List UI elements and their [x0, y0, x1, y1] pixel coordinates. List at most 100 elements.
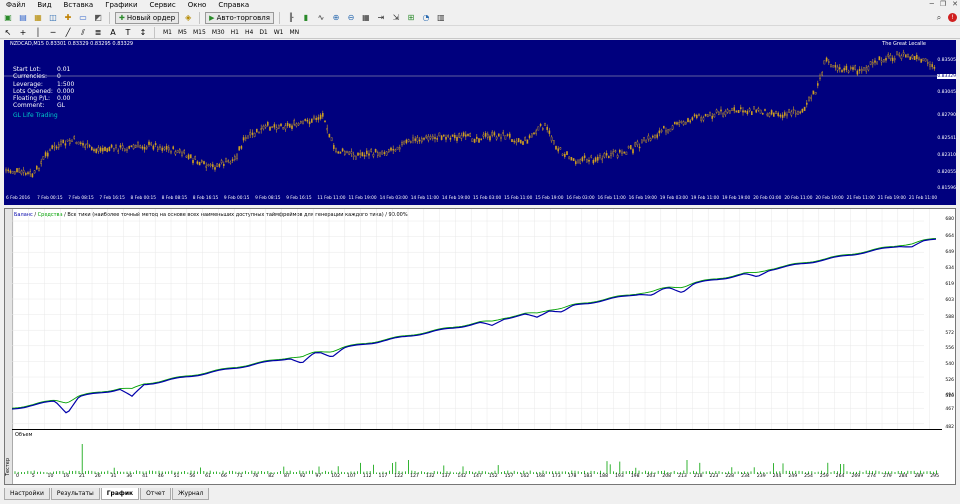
close-icon[interactable]: ✕ — [952, 0, 958, 8]
price-label: 0.83505 — [937, 58, 956, 63]
restore-icon[interactable]: ❐ — [940, 0, 946, 8]
candle-body — [209, 164, 212, 167]
timeframe-m5[interactable]: M5 — [175, 28, 190, 38]
timeframe-h4[interactable]: H4 — [242, 28, 256, 38]
candle-body — [555, 145, 557, 150]
tab-2[interactable]: График — [100, 488, 140, 500]
candle-body — [656, 134, 658, 138]
horizontal-line-icon[interactable]: ─ — [47, 27, 59, 39]
menu-item-3[interactable]: Графики — [99, 0, 143, 10]
bar-chart-icon[interactable]: ╟ — [285, 12, 297, 24]
menu-item-0[interactable]: Файл — [0, 0, 31, 10]
balance-line — [12, 238, 937, 414]
info-value: GL — [57, 102, 65, 110]
timeframe-h1[interactable]: H1 — [228, 28, 242, 38]
x-axis-label: 284 — [898, 474, 908, 479]
candle-body — [165, 145, 168, 150]
menu-item-1[interactable]: Вид — [31, 0, 57, 10]
candle-body — [788, 108, 790, 113]
notification-icon[interactable]: ! — [948, 13, 957, 22]
menu-item-4[interactable]: Сервис — [144, 0, 182, 10]
x-axis-label: 147 — [473, 474, 482, 479]
candle-body — [665, 130, 667, 133]
timeframe-d1[interactable]: D1 — [256, 28, 270, 38]
candle-body — [170, 151, 172, 154]
candle-body — [471, 138, 474, 142]
candle-body — [110, 144, 113, 148]
time-label: 20 Feb 03:00 — [753, 196, 782, 201]
text-icon[interactable]: A — [107, 27, 119, 39]
metaeditor-icon[interactable]: ◈ — [182, 12, 194, 24]
tab-4[interactable]: Журнал — [172, 488, 210, 500]
info-key: Currencies: — [13, 73, 47, 81]
candle-body — [685, 121, 687, 125]
profiles-icon[interactable]: ▤ — [17, 12, 29, 24]
line-chart-icon[interactable]: ∿ — [315, 12, 327, 24]
menu-item-5[interactable]: Окно — [182, 0, 213, 10]
fibo-icon[interactable]: ≣ — [92, 27, 104, 39]
tab-3[interactable]: Отчет — [140, 488, 172, 500]
candle-body — [799, 111, 801, 114]
cursor-icon[interactable]: ↖ — [2, 27, 14, 39]
strategy-tester-icon[interactable]: ◩ — [92, 12, 104, 24]
candle-body — [575, 161, 577, 165]
candle-body — [924, 58, 927, 62]
candle-body — [264, 125, 267, 128]
chart-shift-icon[interactable]: ⇥ — [375, 12, 387, 24]
label-icon[interactable]: T — [122, 27, 134, 39]
zoom-in-icon[interactable]: ⊕ — [330, 12, 342, 24]
templates-icon[interactable]: ▥ — [435, 12, 447, 24]
menu-item-6[interactable]: Справка — [212, 0, 255, 10]
time-label: 16 Feb 11:00 — [597, 196, 626, 201]
zoom-out-icon[interactable]: ⊖ — [345, 12, 357, 24]
candle-body — [348, 151, 351, 155]
candle-body — [156, 147, 159, 151]
crosshair-icon[interactable]: + — [17, 27, 29, 39]
market-watch-icon[interactable]: ▦ — [32, 12, 44, 24]
candle-body — [207, 164, 210, 167]
candle-body — [801, 108, 804, 113]
arrows-icon[interactable]: ↕ — [137, 27, 149, 39]
price-chart[interactable]: NZDCAD,M15 0.83301 0.83329 0.83295 0.833… — [4, 40, 956, 205]
candle-body — [97, 147, 100, 152]
timeframe-m15[interactable]: M15 — [190, 28, 209, 38]
tab-0[interactable]: Настройки — [4, 488, 50, 500]
candle-body — [535, 130, 537, 134]
candle-body — [271, 126, 274, 129]
candle-body — [795, 112, 797, 115]
candle-body — [293, 120, 296, 125]
timeframe-mn[interactable]: MN — [287, 28, 303, 38]
data-window-icon[interactable]: ◫ — [47, 12, 59, 24]
trendline-icon[interactable]: ╱ — [62, 27, 74, 39]
candle-body — [520, 139, 522, 144]
timeframe-w1[interactable]: W1 — [271, 28, 287, 38]
candle-body — [229, 161, 232, 164]
candle-body — [280, 123, 282, 127]
new-order-button[interactable]: ✚ Новый ордер — [115, 11, 180, 24]
auto-trading-button[interactable]: ▶ Авто-торговля — [205, 11, 274, 24]
candle-body — [909, 56, 911, 60]
navigator-icon[interactable]: ✚ — [62, 12, 74, 24]
timeframe-m1[interactable]: M1 — [160, 28, 175, 38]
periods-icon[interactable]: ◔ — [420, 12, 432, 24]
candle-body — [275, 127, 278, 130]
channel-icon[interactable]: ⫽ — [77, 27, 89, 39]
new-chart-icon[interactable]: ▣ — [2, 12, 14, 24]
candle-body — [698, 113, 700, 116]
candle-body — [900, 55, 903, 59]
minimize-icon[interactable]: ─ — [930, 0, 934, 8]
tile-windows-icon[interactable]: ▦ — [360, 12, 372, 24]
search-icon[interactable]: ⌕ — [933, 12, 945, 24]
menu-item-2[interactable]: Вставка — [58, 0, 100, 10]
autoscroll-icon[interactable]: ⇲ — [390, 12, 402, 24]
candlestick-icon[interactable]: ▮ — [300, 12, 312, 24]
x-axis-label: 51 — [173, 474, 180, 479]
terminal-icon[interactable]: ▭ — [77, 12, 89, 24]
indicators-icon[interactable]: ⊞ — [405, 12, 417, 24]
vertical-line-icon[interactable]: │ — [32, 27, 44, 39]
tab-1[interactable]: Результаты — [50, 488, 100, 500]
timeframe-m30[interactable]: M30 — [209, 28, 228, 38]
candle-body — [806, 102, 808, 105]
candle-body — [528, 135, 531, 138]
x-axis-label: 102 — [331, 474, 341, 479]
